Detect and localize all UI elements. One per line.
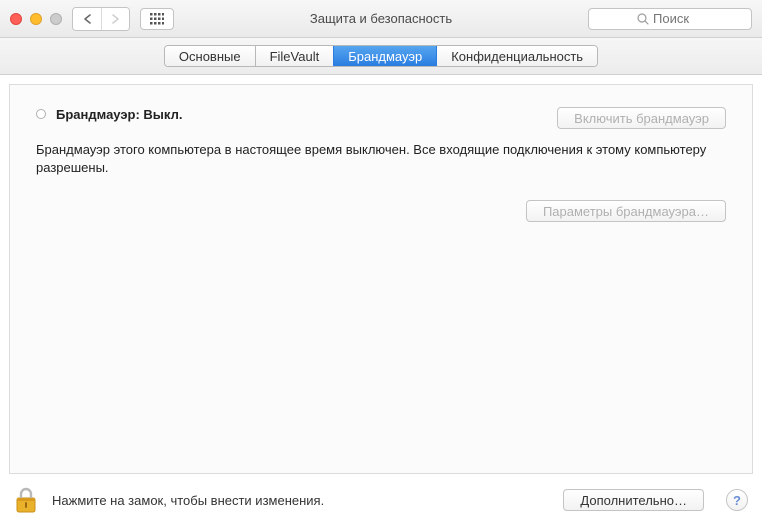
lock-icon (14, 486, 38, 514)
turn-on-firewall-button[interactable]: Включить брандмауэр (557, 107, 726, 129)
chevron-left-icon (83, 14, 92, 24)
forward-button[interactable] (101, 8, 129, 30)
nav-back-forward (72, 7, 130, 31)
tabs-bar: Основные FileVault Брандмауэр Конфиденци… (0, 38, 762, 75)
grid-icon (150, 13, 164, 25)
tab-general[interactable]: Основные (165, 46, 255, 66)
firewall-options-button[interactable]: Параметры брандмауэра… (526, 200, 726, 222)
window-controls (10, 13, 62, 25)
firewall-status-label: Брандмауэр: Выкл. (56, 107, 557, 122)
help-button[interactable]: ? (726, 489, 748, 511)
search-field[interactable] (588, 8, 752, 30)
back-button[interactable] (73, 8, 101, 30)
titlebar: Защита и безопасность (0, 0, 762, 38)
lock-hint-text: Нажмите на замок, чтобы внести изменения… (52, 493, 324, 508)
chevron-right-icon (111, 14, 120, 24)
tab-firewall[interactable]: Брандмауэр (333, 46, 436, 66)
close-window-button[interactable] (10, 13, 22, 25)
lock-button[interactable] (14, 486, 38, 514)
search-input[interactable] (653, 11, 703, 26)
tab-filevault[interactable]: FileVault (255, 46, 334, 66)
firewall-panel: Брандмауэр: Выкл. Включить брандмауэр Бр… (9, 84, 753, 474)
status-indicator (36, 109, 46, 119)
segmented-control: Основные FileVault Брандмауэр Конфиденци… (164, 45, 598, 67)
advanced-button[interactable]: Дополнительно… (563, 489, 704, 511)
tab-privacy[interactable]: Конфиденциальность (436, 46, 597, 66)
footer: Нажмите на замок, чтобы внести изменения… (0, 475, 762, 525)
search-icon (637, 13, 649, 25)
zoom-window-button[interactable] (50, 13, 62, 25)
minimize-window-button[interactable] (30, 13, 42, 25)
show-all-button[interactable] (140, 8, 174, 30)
firewall-description: Брандмауэр этого компьютера в настоящее … (36, 141, 726, 176)
